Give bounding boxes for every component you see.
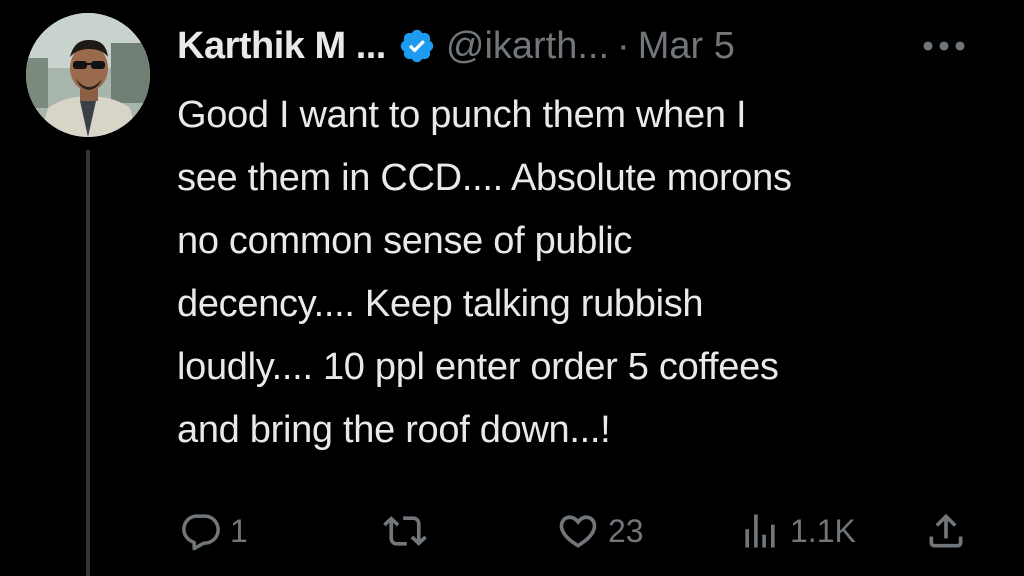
like-count: 23 bbox=[608, 512, 644, 549]
retweet-button[interactable] bbox=[383, 506, 435, 556]
thread-line bbox=[86, 150, 90, 576]
retweet-icon bbox=[383, 516, 427, 546]
views-icon bbox=[745, 514, 775, 548]
tweet-text-line: see them in CCD.... Absolute morons bbox=[177, 157, 792, 199]
like-button[interactable]: 23 bbox=[556, 506, 644, 556]
tweet-text-line: and bring the roof down...! bbox=[177, 409, 611, 451]
share-icon bbox=[929, 513, 963, 548]
author-handle[interactable]: @ikarth... bbox=[446, 20, 609, 72]
tweet-date[interactable]: Mar 5 bbox=[638, 20, 735, 72]
avatar-photo bbox=[26, 13, 150, 137]
tweet-header: Karthik M ... @ikarth... · Mar 5 bbox=[177, 20, 735, 72]
tweet-text-line: no common sense of public bbox=[177, 220, 633, 262]
share-button[interactable] bbox=[924, 506, 968, 556]
reply-count: 1 bbox=[230, 512, 248, 549]
more-icon bbox=[923, 41, 965, 51]
more-options-button[interactable] bbox=[916, 28, 972, 64]
tweet-text-line: loudly.... 10 ppl enter order 5 coffees bbox=[177, 346, 779, 388]
heart-icon bbox=[559, 515, 597, 548]
tweet-text-line: decency.... Keep talking rubbish bbox=[177, 283, 704, 325]
tweet-text-line: Good I want to punch them when I bbox=[177, 94, 747, 136]
views-button[interactable]: 1.1K bbox=[738, 506, 856, 556]
verified-badge-icon[interactable] bbox=[398, 27, 436, 65]
views-count: 1.1K bbox=[790, 512, 856, 549]
separator-dot: · bbox=[617, 25, 630, 67]
avatar[interactable] bbox=[26, 13, 150, 137]
author-name[interactable]: Karthik M ... bbox=[177, 20, 386, 72]
tweet: Karthik M ... @ikarth... · Mar 5 Good I … bbox=[0, 0, 1024, 576]
reply-icon bbox=[182, 514, 220, 551]
tweet-text: Good I want to punch them when I see the… bbox=[177, 84, 997, 462]
reply-button[interactable]: 1 bbox=[180, 506, 248, 556]
